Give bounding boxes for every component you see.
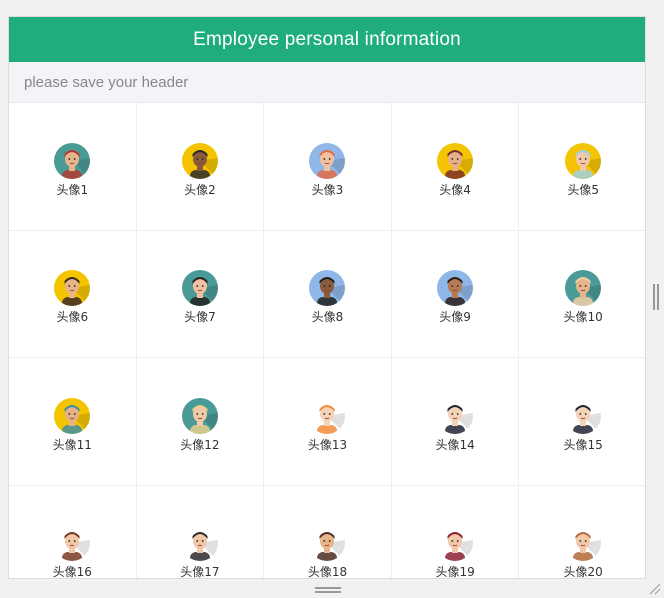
avatar-grid: 头像1 头像2 头像3 头像4 头像5 头像6 头像7 头像8 头像9 头像10 头像11 头像12 头… — [9, 103, 645, 579]
avatar-label: 头像11 — [52, 437, 92, 452]
avatar-cell[interactable]: 头像20 — [519, 486, 645, 579]
avatar-label: 头像4 — [439, 182, 471, 197]
resize-grip-icon[interactable] — [648, 582, 662, 596]
avatar-cell[interactable]: 头像5 — [519, 103, 645, 231]
avatar-cell[interactable]: 头像11 — [9, 358, 137, 486]
avatar-sunglasses-man-icon — [309, 270, 346, 307]
avatar-cell[interactable]: 头像10 — [519, 231, 645, 358]
avatar-label: 头像17 — [180, 565, 220, 579]
avatar-spiky-boy-icon — [181, 525, 218, 562]
hint-bar: please save your header — [9, 62, 645, 103]
avatar-label: 头像12 — [180, 437, 220, 452]
page-title: Employee personal information — [193, 28, 461, 50]
avatar-cell[interactable]: 头像19 — [392, 485, 520, 579]
avatar-label: 头像6 — [56, 310, 89, 325]
avatar-cell[interactable]: 头像3 — [264, 103, 392, 231]
avatar-cell[interactable]: 头像2 — [136, 103, 265, 231]
avatar-hat-woman-icon — [565, 270, 602, 307]
avatar-label: 头像9 — [439, 310, 471, 325]
avatar-label: 头像1 — [56, 182, 89, 197]
vertical-resize-handle[interactable] — [653, 284, 659, 310]
avatar-picker-window: Employee personal information please sav… — [8, 16, 646, 579]
avatar-label: 头像2 — [184, 182, 216, 197]
avatar-man-hat-icon — [54, 397, 91, 434]
avatar-blonde-glasses-icon — [181, 397, 218, 434]
avatar-label: 头像14 — [435, 437, 475, 452]
avatar-glasses-man-icon — [54, 270, 91, 307]
avatar-green-scarf-woman-icon — [54, 525, 91, 562]
avatar-label: 头像16 — [52, 565, 92, 579]
avatar-label: 头像3 — [311, 182, 344, 197]
avatar-cell[interactable]: 头像17 — [137, 485, 265, 579]
avatar-cell[interactable]: 头像9 — [391, 230, 520, 358]
avatar-cell[interactable]: 头像12 — [136, 358, 265, 486]
avatar-dark-hair-woman-icon — [181, 270, 218, 307]
avatar-goggles-boy-icon — [565, 397, 602, 434]
avatar-label: 头像8 — [311, 310, 344, 325]
avatar-cell[interactable]: 头像13 — [264, 358, 392, 486]
avatar-label: 头像10 — [563, 310, 603, 325]
avatar-bearded-dark-man-icon — [437, 270, 474, 307]
avatar-blue-hair-woman-icon — [565, 142, 602, 179]
avatar-label: 头像19 — [435, 565, 475, 579]
avatar-cell[interactable]: 头像8 — [264, 230, 392, 358]
avatar-man-cap-icon — [437, 142, 474, 179]
window-header: Employee personal information — [9, 17, 645, 62]
avatar-cell[interactable]: 头像16 — [9, 485, 137, 579]
avatar-bearded-man-icon — [54, 142, 91, 179]
avatar-label: 头像18 — [307, 565, 348, 579]
avatar-label: 头像5 — [567, 182, 599, 197]
avatar-cell[interactable]: 头像1 — [9, 103, 137, 231]
hint-text: please save your header — [24, 73, 189, 91]
avatar-label: 头像13 — [307, 437, 348, 452]
horizontal-resize-handle[interactable] — [315, 587, 341, 593]
avatar-bearded-suit-man-icon — [309, 525, 346, 562]
avatar-glasses-boy-icon — [565, 525, 602, 562]
avatar-label: 头像20 — [563, 565, 603, 579]
avatar-label: 头像15 — [563, 437, 603, 452]
avatar-cell[interactable]: 头像15 — [519, 358, 645, 486]
avatar-man-beanie-icon — [181, 142, 218, 179]
avatar-redhead-woman-icon — [309, 142, 346, 179]
avatar-cell[interactable]: 头像6 — [9, 230, 137, 358]
avatar-cell[interactable]: 头像4 — [391, 103, 520, 231]
avatar-burgundy-hair-woman-icon — [437, 525, 474, 562]
avatar-cell[interactable]: 头像14 — [391, 358, 520, 486]
avatar-label: 头像7 — [184, 310, 216, 325]
avatar-cell[interactable]: 头像7 — [136, 230, 265, 358]
avatar-orange-bun-girl-icon — [309, 397, 346, 434]
avatar-cell[interactable]: 头像18 — [264, 485, 392, 579]
avatar-ponytail-girl-icon — [437, 397, 474, 434]
